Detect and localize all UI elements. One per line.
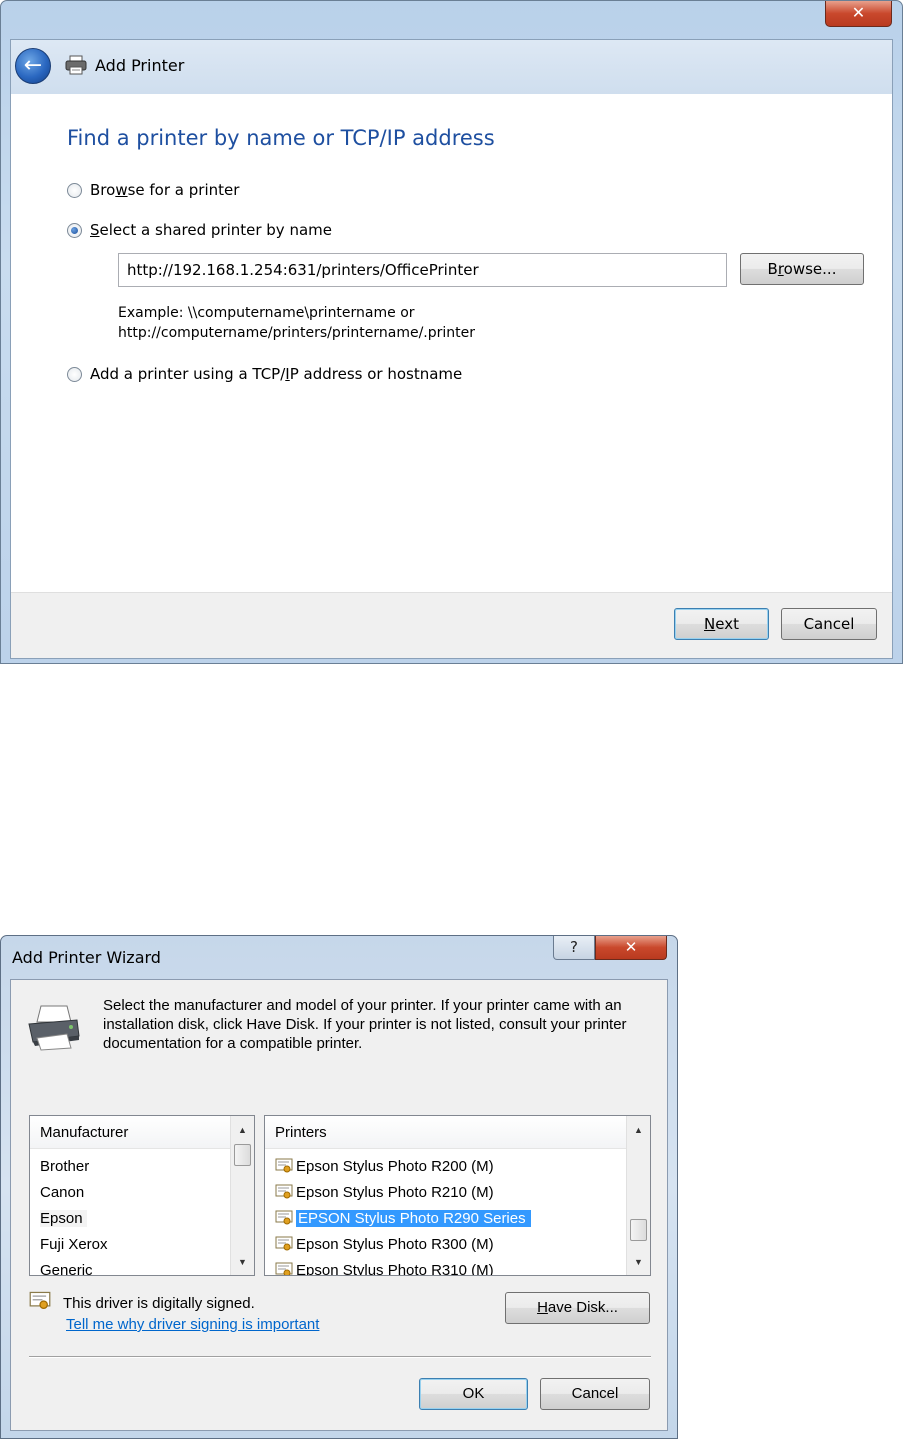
divider xyxy=(29,1356,651,1358)
signed-driver-icon xyxy=(275,1184,293,1199)
radio-button-checked[interactable] xyxy=(67,222,82,238)
manufacturer-scrollbar[interactable]: ▲ ▼ xyxy=(230,1116,254,1275)
back-arrow-icon: ← xyxy=(23,53,43,78)
wizard-client: Select the manufacturer and model of you… xyxy=(10,979,668,1431)
printers-column-header[interactable]: Printers xyxy=(265,1116,627,1149)
page-heading: Find a printer by name or TCP/IP address xyxy=(67,126,495,150)
window-title: Add Printer xyxy=(95,56,185,75)
signed-text: This driver is digitally signed. xyxy=(63,1295,255,1312)
signed-driver-icon xyxy=(275,1158,293,1173)
scroll-thumb[interactable] xyxy=(630,1219,647,1241)
radio-tcpip-printer[interactable]: Add a printer using a TCP/IP address or … xyxy=(67,365,462,383)
radio-browse-printer[interactable]: Browse for a printer xyxy=(67,181,239,199)
signed-driver-icon xyxy=(275,1210,293,1225)
scroll-thumb[interactable] xyxy=(234,1144,251,1166)
signed-driver-icon xyxy=(275,1236,293,1251)
list-item-selected[interactable]: Epson xyxy=(30,1206,87,1232)
scroll-down-icon[interactable]: ▼ xyxy=(627,1252,650,1272)
printers-scrollbar[interactable]: ▲ ▼ xyxy=(626,1116,650,1275)
cancel-button[interactable]: Cancel xyxy=(540,1378,650,1410)
header-bar: ← Add Printer xyxy=(11,40,892,94)
list-item[interactable]: Generic xyxy=(30,1258,93,1275)
add-printer-client: ← Add Printer Find a printer by name or … xyxy=(10,39,893,659)
radio-label: Select a shared printer by name xyxy=(90,221,332,239)
driver-signing-link[interactable]: Tell me why driver signing is important xyxy=(66,1316,319,1333)
radio-label: Add a printer using a TCP/IP address or … xyxy=(90,365,463,383)
list-item[interactable]: Epson Stylus Photo R200 (M) xyxy=(265,1154,494,1180)
close-button[interactable]: ✕ xyxy=(825,1,892,27)
signed-driver-row: This driver is digitally signed. xyxy=(29,1291,255,1312)
help-button[interactable]: ? xyxy=(553,936,595,960)
scroll-up-icon[interactable]: ▲ xyxy=(231,1120,254,1140)
list-item[interactable]: Canon xyxy=(30,1180,84,1206)
ok-button[interactable]: OK xyxy=(419,1378,528,1410)
have-disk-button[interactable]: Have Disk... xyxy=(505,1292,650,1324)
back-button[interactable]: ← xyxy=(15,48,51,84)
list-item-selected[interactable]: EPSON Stylus Photo R290 Series xyxy=(265,1206,531,1232)
cancel-button[interactable]: Cancel xyxy=(781,608,877,640)
radio-button[interactable] xyxy=(67,366,82,382)
manufacturer-column-header[interactable]: Manufacturer xyxy=(30,1116,231,1149)
close-button[interactable]: ✕ xyxy=(595,936,667,960)
footer-bar: Next Cancel xyxy=(11,592,892,658)
add-printer-window: ✕ ← Add Printer Find a printer by name o… xyxy=(0,0,903,664)
scroll-up-icon[interactable]: ▲ xyxy=(627,1120,650,1140)
list-item[interactable]: Brother xyxy=(30,1154,89,1180)
certificate-icon xyxy=(29,1291,51,1309)
signed-driver-icon xyxy=(275,1262,293,1275)
list-item[interactable]: Epson Stylus Photo R300 (M) xyxy=(265,1232,494,1258)
wizard-description: Select the manufacturer and model of you… xyxy=(103,997,627,1052)
browse-button[interactable]: Browse... xyxy=(740,253,864,285)
add-printer-wizard-window: Add Printer Wizard ? ✕ Select the manufa… xyxy=(0,935,678,1439)
printers-list[interactable]: Printers Epson Stylus Photo R200 (M) Eps… xyxy=(264,1115,651,1276)
list-item[interactable]: Fuji Xerox xyxy=(30,1232,108,1258)
radio-shared-printer[interactable]: Select a shared printer by name xyxy=(67,221,332,239)
printer-icon xyxy=(65,55,87,75)
shared-printer-input[interactable]: http://192.168.1.254:631/printers/Office… xyxy=(118,253,727,287)
manufacturer-list[interactable]: Manufacturer Brother Canon Epson Fuji Xe… xyxy=(29,1115,255,1276)
scroll-down-icon[interactable]: ▼ xyxy=(231,1252,254,1272)
radio-button[interactable] xyxy=(67,182,82,198)
list-item[interactable]: Epson Stylus Photo R210 (M) xyxy=(265,1180,494,1206)
radio-label: Browse for a printer xyxy=(90,181,240,199)
next-button[interactable]: Next xyxy=(674,608,769,640)
printer-icon xyxy=(28,1005,80,1051)
window-title: Add Printer Wizard xyxy=(12,948,161,967)
list-item[interactable]: Epson Stylus Photo R310 (M) xyxy=(265,1258,494,1275)
example-text: Example: \\computername\printername or h… xyxy=(118,305,476,341)
wizard-page: Find a printer by name or TCP/IP address… xyxy=(11,94,892,592)
